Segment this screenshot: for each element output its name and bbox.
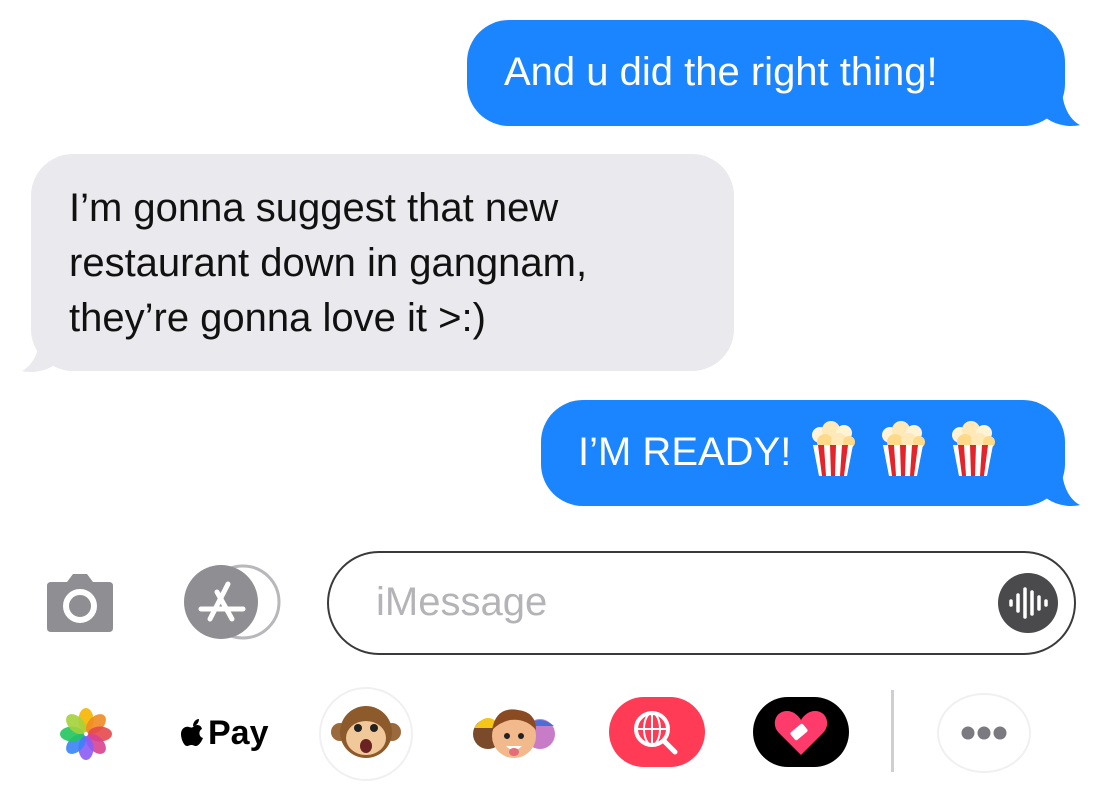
web-image-search-icon[interactable] (609, 697, 705, 767)
message-text: And u did the right thing! (504, 50, 938, 94)
apple-pay-button[interactable]: Pay (181, 708, 269, 758)
popcorn-icon (882, 421, 926, 476)
message-text-line: I’m gonna suggest that new (69, 186, 559, 230)
memoji-icon[interactable] (470, 690, 558, 776)
camera-icon[interactable] (45, 570, 115, 632)
app-store-icon[interactable] (183, 564, 283, 640)
animoji-icon[interactable] (318, 686, 414, 782)
message-input[interactable]: iMessage (327, 551, 1076, 655)
more-icon[interactable] (936, 692, 1032, 774)
bubble-tail (22, 334, 62, 372)
bubble-tail (1040, 88, 1080, 126)
photos-icon[interactable] (58, 706, 114, 762)
message-text-line: they’re gonna love it >:) (69, 296, 486, 340)
apple-pay-label: Pay (208, 713, 269, 752)
drawer-divider (891, 690, 894, 772)
popcorn-icon (952, 421, 996, 476)
digital-touch-icon[interactable] (753, 697, 849, 767)
popcorn-icon (812, 421, 856, 476)
incoming-message-bubble[interactable]: I’m gonna suggest that new restaurant do… (31, 154, 734, 371)
voice-message-icon[interactable] (998, 573, 1058, 633)
message-text-line: restaurant down in gangnam, (69, 241, 588, 285)
outgoing-message-bubble[interactable]: I’M READY! (541, 400, 1065, 506)
outgoing-message-bubble[interactable]: And u did the right thing! (467, 20, 1065, 126)
message-input-placeholder: iMessage (376, 580, 548, 624)
message-text: I’M READY! (578, 430, 792, 474)
apple-logo-icon (181, 719, 203, 746)
bubble-tail (1040, 468, 1080, 506)
